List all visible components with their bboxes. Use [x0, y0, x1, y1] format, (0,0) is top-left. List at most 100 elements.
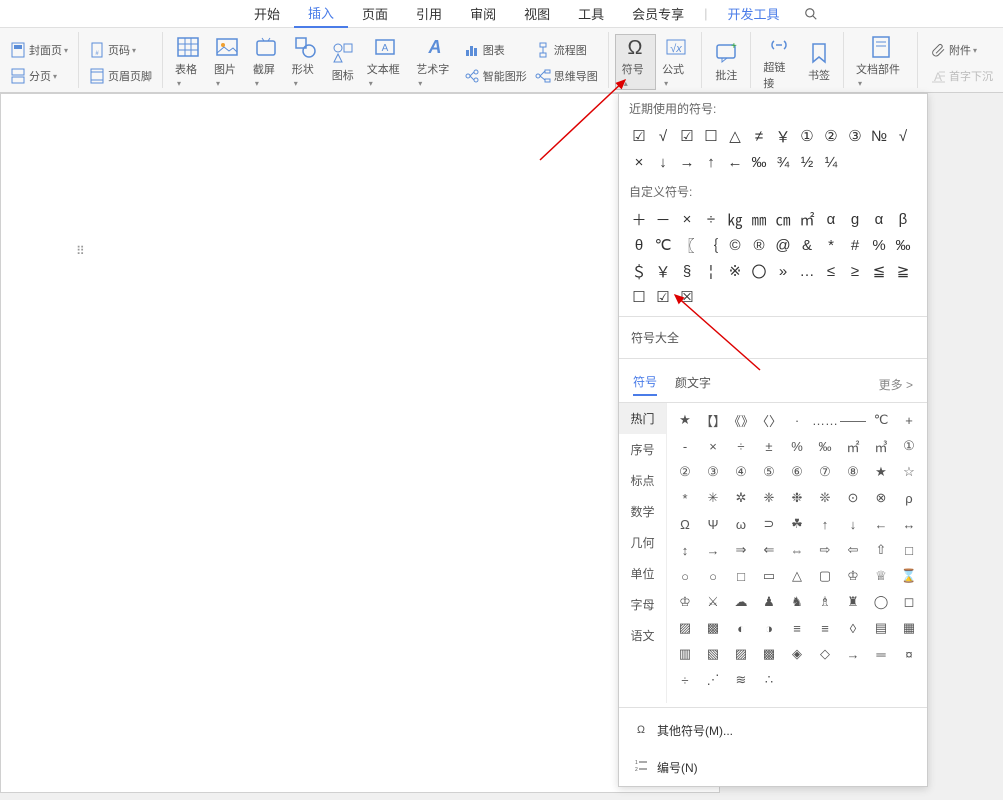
grid-symbol[interactable]: ↑ [811, 511, 839, 537]
document-page[interactable]: ⠿ [0, 93, 720, 793]
grid-symbol[interactable]: ☆ [895, 459, 923, 485]
grid-symbol[interactable]: ㎡ [839, 433, 867, 459]
custom-symbol[interactable]: © [723, 232, 747, 258]
grid-symbol[interactable]: ✳ [699, 485, 727, 511]
custom-symbol[interactable]: ㎜ [747, 206, 771, 232]
grid-symbol[interactable]: × [699, 433, 727, 459]
grid-symbol[interactable]: ❊ [811, 485, 839, 511]
custom-symbol[interactable]: & [795, 232, 819, 258]
custom-symbol[interactable]: ‰ [891, 232, 915, 258]
grid-symbol[interactable]: ⊃ [755, 511, 783, 537]
custom-symbol[interactable]: ® [747, 232, 771, 258]
grid-symbol[interactable]: ⇦ [839, 537, 867, 563]
custom-symbol[interactable]: ≧ [891, 258, 915, 284]
grid-symbol[interactable]: ♕ [867, 563, 895, 589]
category-item[interactable]: 语文 [619, 620, 666, 651]
cover-button[interactable]: 封面页▾ [6, 40, 72, 60]
grid-symbol[interactable]: ♜ [839, 589, 867, 615]
recent-symbol[interactable]: ③ [843, 123, 867, 149]
recent-symbol[interactable]: × [627, 149, 651, 175]
grid-symbol[interactable]: ⑤ [755, 459, 783, 485]
grid-symbol[interactable]: ⇧ [867, 537, 895, 563]
category-item[interactable]: 标点 [619, 465, 666, 496]
grid-symbol[interactable]: ¤ [895, 641, 923, 667]
tab-symbol[interactable]: 符号 [633, 373, 657, 396]
custom-symbol[interactable]: ㎡ [795, 206, 819, 232]
recent-symbol[interactable]: ☑ [627, 123, 651, 149]
custom-symbol[interactable]: ＋ [627, 206, 651, 232]
grid-symbol[interactable]: → [839, 641, 867, 667]
custom-symbol[interactable]: * [819, 232, 843, 258]
pagenumber-button[interactable]: # 页码▾ [85, 40, 156, 60]
chart-button[interactable]: 图表 [460, 40, 531, 60]
more-button[interactable]: 更多 > [879, 376, 913, 393]
custom-symbol[interactable]: － [651, 206, 675, 232]
search-icon[interactable] [804, 7, 818, 21]
custom-symbol[interactable]: ※ [723, 258, 747, 284]
grid-symbol[interactable]: ◊ [839, 615, 867, 641]
grid-symbol[interactable]: ◐ [727, 615, 755, 641]
menu-view[interactable]: 视图 [510, 0, 564, 27]
category-item[interactable]: 序号 [619, 434, 666, 465]
grid-symbol[interactable]: ♗ [811, 589, 839, 615]
grid-symbol[interactable]: ⇔ [783, 537, 811, 563]
custom-symbol[interactable]: ㎝ [771, 206, 795, 232]
smartart-button[interactable]: 智能图形 [460, 66, 531, 86]
custom-symbol[interactable]: % [867, 232, 891, 258]
grid-symbol[interactable]: ↓ [839, 511, 867, 537]
grid-symbol[interactable]: ↔ [895, 511, 923, 537]
grid-symbol[interactable]: ‰ [811, 433, 839, 459]
recent-symbol[interactable]: ↓ [651, 149, 675, 175]
grid-symbol[interactable]: + [895, 407, 923, 433]
grid-symbol[interactable]: ω [727, 511, 755, 537]
grid-symbol[interactable]: ③ [699, 459, 727, 485]
custom-symbol[interactable]: @ [771, 232, 795, 258]
recent-symbol[interactable]: ← [723, 149, 747, 175]
custom-symbol[interactable]: ㎏ [723, 206, 747, 232]
recent-symbol[interactable]: ☑ [675, 123, 699, 149]
recent-symbol[interactable]: ½ [795, 149, 819, 175]
grid-symbol[interactable]: □ [727, 563, 755, 589]
bookmark-button[interactable]: 书签 [801, 34, 837, 90]
grid-symbol[interactable]: ♔ [671, 589, 699, 615]
grid-symbol[interactable]: ▦ [895, 615, 923, 641]
custom-symbol[interactable]: ＄ [627, 258, 651, 284]
symbol-button[interactable]: Ω 符号▴ [615, 34, 656, 90]
grid-symbol[interactable]: ★ [671, 407, 699, 433]
grid-symbol[interactable]: ⇨ [811, 537, 839, 563]
grid-symbol[interactable]: —— [839, 407, 867, 433]
shape-button[interactable]: 形状▾ [286, 34, 325, 90]
grid-symbol[interactable]: ρ [895, 485, 923, 511]
grid-symbol[interactable]: ⑥ [783, 459, 811, 485]
category-item[interactable]: 单位 [619, 558, 666, 589]
formula-button[interactable]: √x 公式▾ [656, 34, 695, 90]
custom-symbol[interactable]: ☐ [627, 284, 651, 310]
grid-symbol[interactable]: ▥ [671, 641, 699, 667]
drag-handle-icon[interactable]: ⠿ [76, 244, 85, 258]
grid-symbol[interactable]: ♞ [783, 589, 811, 615]
numbering-button[interactable]: 12 编号(N) [619, 749, 927, 786]
grid-symbol[interactable]: ⊗ [867, 485, 895, 511]
recent-symbol[interactable]: ￥ [771, 123, 795, 149]
recent-symbol[interactable]: ¼ [819, 149, 843, 175]
docparts-button[interactable]: 文档部件▾ [850, 34, 911, 90]
recent-symbol[interactable]: ① [795, 123, 819, 149]
other-symbols-button[interactable]: Ω 其他符号(M)... [619, 712, 927, 749]
custom-symbol[interactable]: ℃ [651, 232, 675, 258]
pagebreak-button[interactable]: 分页▾ [6, 66, 72, 86]
grid-symbol[interactable]: 《》 [727, 407, 755, 433]
custom-symbol[interactable]: ￥ [651, 258, 675, 284]
grid-symbol[interactable]: ○ [671, 563, 699, 589]
grid-symbol[interactable]: ÷ [671, 667, 699, 693]
grid-symbol[interactable]: ❈ [755, 485, 783, 511]
custom-symbol[interactable]: ☑ [651, 284, 675, 310]
flowchart-button[interactable]: 流程图 [531, 40, 602, 60]
custom-symbol[interactable]: » [771, 258, 795, 284]
grid-symbol[interactable]: ÷ [727, 433, 755, 459]
custom-symbol[interactable]: α [867, 206, 891, 232]
wordart-button[interactable]: A 艺术字▾ [410, 34, 460, 90]
grid-symbol[interactable]: ★ [867, 459, 895, 485]
custom-symbol[interactable]: … [795, 258, 819, 284]
grid-symbol[interactable]: ▤ [867, 615, 895, 641]
grid-symbol[interactable]: ▭ [755, 563, 783, 589]
